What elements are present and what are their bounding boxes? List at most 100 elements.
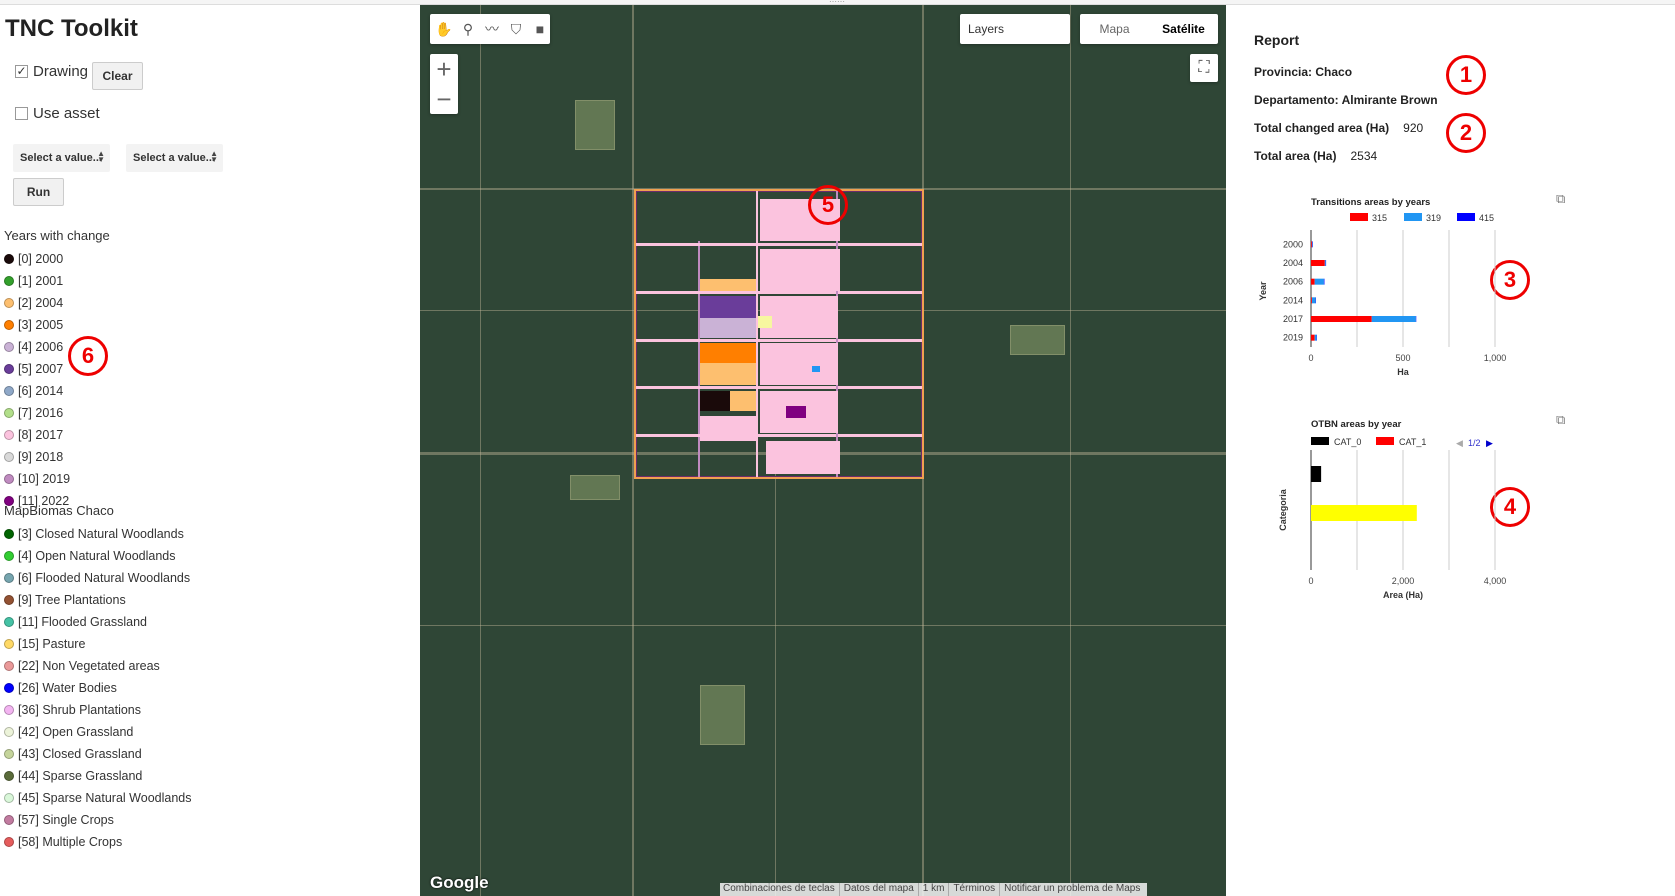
hand-icon[interactable]: ✋	[434, 18, 454, 40]
legend-color-swatch	[4, 529, 14, 539]
legend-label: [9] 2018	[18, 450, 64, 464]
overlay-patch	[700, 318, 756, 338]
annotation-1: 1	[1446, 55, 1486, 95]
legend-label: [6] 2014	[18, 384, 64, 398]
attrib-shortcuts[interactable]: Combinaciones de teclas	[723, 883, 840, 896]
x-axis-label: Area (Ha)	[1383, 590, 1423, 600]
y-axis-label: Categoria	[1278, 488, 1288, 531]
x-tick-label: 0	[1308, 353, 1313, 363]
legend-item: [42] Open Grassland	[4, 721, 191, 743]
overlay-strip	[636, 243, 922, 246]
bar	[1371, 316, 1416, 322]
overlay-patch	[730, 391, 756, 411]
overlay-strip	[636, 434, 922, 437]
legend-color-swatch	[4, 683, 14, 693]
legend-label: [6] Flooded Natural Woodlands	[18, 571, 191, 585]
legend-label: [26] Water Bodies	[18, 681, 117, 695]
legend-label: [43] Closed Grassland	[18, 747, 142, 761]
map-clearing	[570, 475, 620, 500]
drawing-checkbox[interactable]: ✓	[15, 65, 28, 78]
zoom-out-button[interactable]: −	[430, 84, 458, 114]
legend-color-swatch	[4, 452, 14, 462]
overlay-strip	[636, 291, 922, 294]
overlay-patch	[700, 279, 756, 291]
select-value-2[interactable]: Select a value... ▲ ▼	[126, 144, 223, 172]
zoom-in-button[interactable]: +	[430, 54, 458, 84]
annotation-6: 6	[68, 336, 108, 376]
legend-item: [57] Single Crops	[4, 809, 191, 831]
legend-label: CAT_1	[1399, 437, 1426, 447]
overlay-patch	[766, 441, 840, 474]
resize-grip-icon[interactable]: ⋯⋯	[817, 0, 857, 6]
legend-item: [36] Shrub Plantations	[4, 699, 191, 721]
popout-icon[interactable]: ⧉	[1556, 191, 1565, 207]
legend-item: [43] Closed Grassland	[4, 743, 191, 765]
legend-label: [1] 2001	[18, 274, 64, 288]
use-asset-checkbox-row[interactable]: Use asset	[15, 105, 100, 122]
legend-label: [2] 2004	[18, 296, 64, 310]
legend-prev-icon: ◀	[1456, 438, 1463, 448]
years-legend: [0] 2000 [1] 2001 [2] 2004 [3] 2005 [4] 2006…	[4, 248, 70, 512]
legend-label: [15] Pasture	[18, 637, 86, 651]
clear-button[interactable]: Clear	[92, 62, 143, 90]
popout-icon[interactable]: ⧉	[1556, 412, 1565, 428]
legend-item: [44] Sparse Grassland	[4, 765, 191, 787]
drawing-checkbox-row[interactable]: ✓ Drawing	[15, 63, 88, 80]
bar	[1314, 278, 1324, 285]
google-logo: Google	[430, 873, 489, 892]
use-asset-label: Use asset	[33, 105, 100, 122]
total-area-line: Total area (Ha) 2534	[1254, 149, 1377, 163]
report-panel: Report Provincia: Chaco Departamento: Al…	[1226, 5, 1675, 896]
legend-label: [4] Open Natural Woodlands	[18, 549, 176, 563]
run-button[interactable]: Run	[13, 178, 64, 206]
legend-item: [10] 2019	[4, 468, 70, 490]
layers-button[interactable]: Layers	[960, 14, 1070, 44]
y-tick-label: 2017	[1283, 314, 1303, 324]
total-area-label: Total area (Ha)	[1254, 149, 1337, 163]
legend-label: [7] 2016	[18, 406, 64, 420]
legend-color-swatch	[4, 298, 14, 308]
overlay-strip	[636, 386, 922, 389]
map-view[interactable]: ✋ ⚲ 〰 ⛉ ■ + − Layers Mapa Satélite ⛶ Goo…	[420, 5, 1226, 896]
attrib-scale[interactable]: 1 km	[923, 883, 950, 896]
bar	[1324, 260, 1326, 266]
legend-color-swatch	[4, 430, 14, 440]
map-road	[480, 5, 481, 896]
legend-label: [4] 2006	[18, 340, 64, 354]
legend-item: [9] 2018	[4, 446, 70, 468]
legend-color-swatch	[4, 815, 14, 825]
y-tick-label: 2019	[1283, 333, 1303, 343]
legend-color-swatch	[4, 364, 14, 374]
legend-label: [3] Closed Natural Woodlands	[18, 527, 184, 541]
attrib-map-data[interactable]: Datos del mapa	[844, 883, 919, 896]
legend-swatch	[1311, 437, 1329, 445]
fullscreen-icon[interactable]: ⛶	[1190, 54, 1218, 82]
legend-item: [9] Tree Plantations	[4, 589, 191, 611]
legend-color-swatch	[4, 639, 14, 649]
bar	[1311, 466, 1322, 482]
select-value-1[interactable]: Select a value... ▲ ▼	[13, 144, 110, 172]
legend-label: CAT_0	[1334, 437, 1361, 447]
legend-item: [22] Non Vegetated areas	[4, 655, 191, 677]
changed-area-line: Total changed area (Ha) 920	[1254, 121, 1423, 135]
annotation-2: 2	[1446, 113, 1486, 153]
legend-swatch	[1350, 213, 1368, 221]
attrib-terms[interactable]: Términos	[953, 883, 1001, 896]
map-type-mapa[interactable]: Mapa	[1080, 14, 1149, 44]
polygon-icon[interactable]: ⛉	[506, 18, 526, 40]
select-arrows-icon: ▲ ▼	[97, 149, 105, 164]
use-asset-checkbox[interactable]	[15, 107, 28, 120]
attrib-report[interactable]: Notificar un problema de Maps	[1004, 883, 1144, 896]
line-icon[interactable]: 〰	[482, 18, 502, 40]
legend-color-swatch	[4, 727, 14, 737]
legend-item: [6] 2014	[4, 380, 70, 402]
legend-color-swatch	[4, 749, 14, 759]
otbn-chart: OTBN areas by year CAT_0 CAT_1 ◀ 1/2 ▶ 0 2,000 4…	[1278, 419, 1506, 600]
map-type-satellite[interactable]: Satélite	[1149, 14, 1218, 44]
marker-icon[interactable]: ⚲	[458, 18, 478, 40]
chart-title: OTBN areas by year	[1311, 419, 1402, 430]
legend-item: [0] 2000	[4, 248, 70, 270]
rectangle-icon[interactable]: ■	[530, 18, 550, 40]
legend-page: 1/2	[1468, 438, 1481, 448]
legend-item: [1] 2001	[4, 270, 70, 292]
